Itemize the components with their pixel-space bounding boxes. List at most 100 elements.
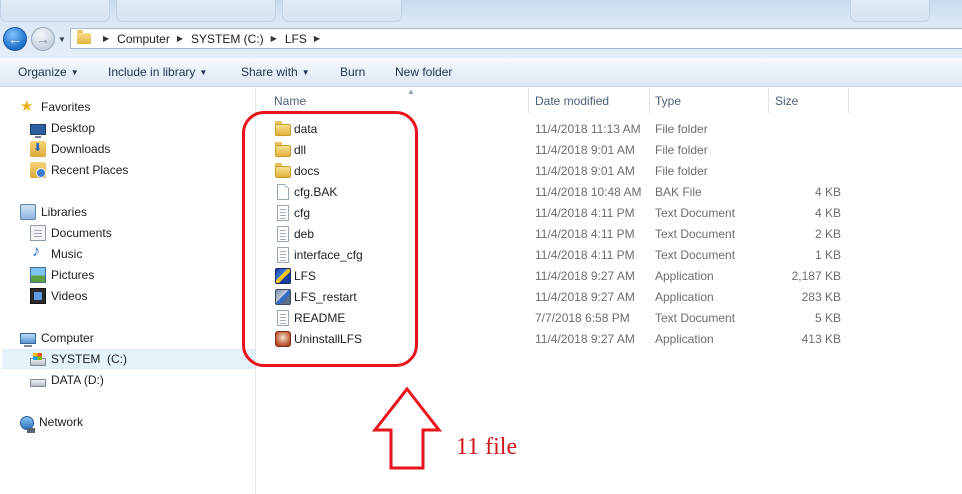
- file-size: 5 KB: [814, 311, 841, 325]
- file-size: 2 KB: [814, 227, 841, 241]
- file-type: Application: [655, 290, 714, 304]
- new-folder-button[interactable]: New folder: [395, 65, 452, 79]
- breadcrumb-chevron-icon[interactable]: ▶: [314, 34, 320, 43]
- background-window-tab: [282, 0, 402, 22]
- recent-places-icon: [30, 162, 46, 178]
- include-in-library-label: Include in library: [108, 65, 196, 79]
- share-with-label: Share with: [241, 65, 298, 79]
- file-type: Application: [655, 332, 714, 346]
- nav-libraries-label: Libraries: [41, 205, 88, 219]
- drive-icon: [30, 379, 46, 387]
- nav-item-system-drive[interactable]: SYSTEM (C:): [2, 349, 255, 369]
- breadcrumb-chevron-icon[interactable]: ▶: [103, 34, 109, 43]
- column-header-type[interactable]: Type: [649, 88, 768, 113]
- file-date-modified: 11/4/2018 9:01 AM: [535, 143, 635, 157]
- nav-item-documents[interactable]: Documents: [30, 223, 112, 243]
- folder-icon: [77, 30, 91, 44]
- file-size: 283 KB: [801, 290, 841, 304]
- breadcrumb-computer[interactable]: Computer: [117, 32, 170, 46]
- file-size: 4 KB: [814, 206, 841, 220]
- title-strip: ← → ▼ ▶ Computer ▶ SYSTEM (C:) ▶ LFS ▶: [0, 0, 962, 58]
- breadcrumb-chevron-icon[interactable]: ▶: [177, 34, 183, 43]
- breadcrumb-system-drive[interactable]: SYSTEM (C:): [191, 32, 264, 46]
- column-header-date-modified[interactable]: Date modified: [529, 88, 649, 113]
- forward-button[interactable]: →: [31, 27, 55, 51]
- nav-network[interactable]: Network: [20, 412, 83, 433]
- address-bar[interactable]: ▶ Computer ▶ SYSTEM (C:) ▶ LFS ▶: [70, 28, 962, 49]
- documents-icon: [30, 225, 46, 241]
- background-window-tab: [850, 0, 930, 22]
- system-drive-icon: [30, 353, 46, 366]
- column-header-size[interactable]: Size: [769, 88, 849, 113]
- file-size: 1 KB: [814, 248, 841, 262]
- column-header-label: Size: [775, 93, 799, 108]
- file-date-modified: 11/4/2018 4:11 PM: [535, 206, 635, 220]
- file-date-modified: 11/4/2018 10:48 AM: [535, 185, 642, 199]
- column-header-name[interactable]: Name ▲: [268, 87, 528, 113]
- annotation-up-arrow-icon: [372, 386, 442, 470]
- column-header-label: Type: [655, 93, 682, 108]
- file-date-modified: 11/4/2018 9:27 AM: [535, 290, 635, 304]
- file-type: Text Document: [655, 227, 736, 241]
- file-type: File folder: [655, 164, 708, 178]
- file-date-modified: 11/4/2018 4:11 PM: [535, 248, 635, 262]
- nav-item-music[interactable]: Music: [30, 243, 83, 264]
- file-date-modified: 11/4/2018 11:13 AM: [535, 122, 641, 136]
- music-icon: [30, 243, 46, 262]
- column-divider[interactable]: [848, 88, 849, 113]
- file-type: File folder: [655, 143, 708, 157]
- breadcrumb-lfs[interactable]: LFS: [285, 32, 307, 46]
- nav-item-label: Downloads: [51, 142, 111, 156]
- computer-icon: [20, 333, 36, 347]
- organize-menu[interactable]: Organize ▼: [18, 65, 79, 79]
- file-type: Text Document: [655, 206, 736, 220]
- nav-item-label: Documents: [51, 226, 112, 240]
- burn-button[interactable]: Burn: [340, 65, 365, 79]
- nav-item-label: Videos: [51, 289, 88, 303]
- annotation-highlight-box: [242, 111, 418, 367]
- nav-item-pictures[interactable]: Pictures: [30, 265, 94, 285]
- file-size: 4 KB: [814, 185, 841, 199]
- chevron-down-icon: ▼: [199, 68, 208, 77]
- nav-item-data-drive[interactable]: DATA (D:): [30, 370, 104, 390]
- annotation-label: 11 file: [456, 434, 518, 460]
- nav-item-label: SYSTEM (C:): [51, 352, 128, 366]
- file-type: File folder: [655, 122, 708, 136]
- nav-item-desktop[interactable]: Desktop: [30, 118, 95, 138]
- include-in-library-menu[interactable]: Include in library ▼: [108, 65, 207, 79]
- nav-item-label: Music: [51, 247, 83, 261]
- file-date-modified: 11/4/2018 4:11 PM: [535, 227, 635, 241]
- file-size: [770, 161, 841, 182]
- nav-item-downloads[interactable]: Downloads: [30, 139, 110, 159]
- file-size: 2,187 KB: [791, 269, 841, 283]
- nav-item-label: Pictures: [51, 268, 95, 282]
- file-size: 413 KB: [801, 332, 841, 346]
- breadcrumb-chevron-icon[interactable]: ▶: [271, 34, 277, 43]
- navigation-pane: Favorites Desktop Downloads Recent Place…: [0, 88, 255, 494]
- nav-item-label: Desktop: [51, 121, 96, 135]
- burn-label: Burn: [340, 65, 366, 79]
- back-button[interactable]: ←: [3, 27, 27, 51]
- recent-pages-dropdown[interactable]: ▼: [58, 35, 66, 44]
- nav-item-label: Recent Places: [51, 163, 129, 177]
- nav-item-videos[interactable]: Videos: [30, 286, 87, 306]
- command-bar: Organize ▼ Include in library ▼ Share with…: [0, 58, 962, 87]
- libraries-icon: [20, 204, 36, 220]
- nav-libraries[interactable]: Libraries: [20, 202, 87, 222]
- desktop-icon: [30, 123, 46, 138]
- star-icon: [20, 97, 36, 115]
- back-arrow-icon: ←: [8, 31, 22, 47]
- forward-arrow-icon: →: [36, 31, 50, 47]
- videos-icon: [30, 288, 46, 304]
- nav-computer[interactable]: Computer: [20, 328, 94, 348]
- organize-label: Organize: [18, 65, 67, 79]
- nav-favorites[interactable]: Favorites: [20, 97, 90, 117]
- sort-ascending-icon: ▲: [407, 87, 415, 96]
- share-with-menu[interactable]: Share with ▼: [241, 65, 310, 79]
- background-window-tab: [0, 0, 110, 22]
- nav-item-recent-places[interactable]: Recent Places: [30, 160, 128, 180]
- file-type: Application: [655, 269, 714, 283]
- file-size: [770, 140, 841, 161]
- background-window-tab: [116, 0, 276, 22]
- nav-item-label: DATA (D:): [51, 373, 104, 387]
